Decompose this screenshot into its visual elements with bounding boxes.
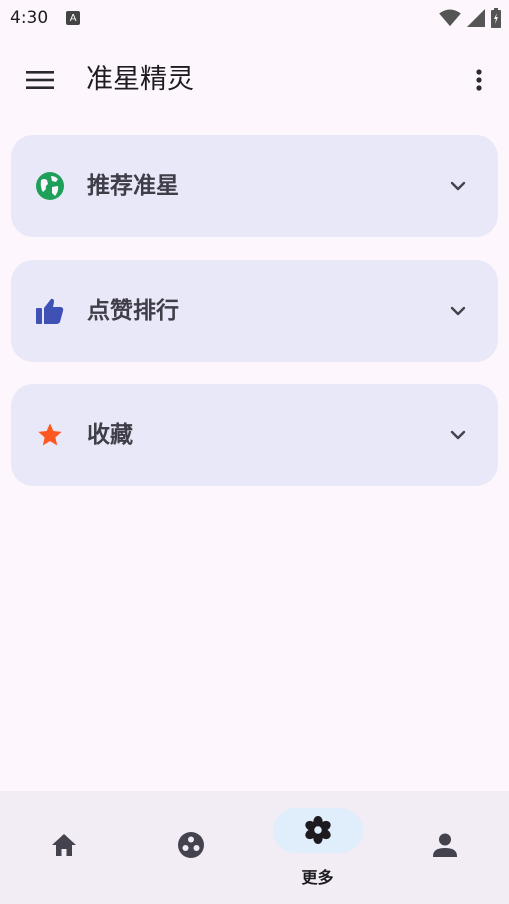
nav-item-games[interactable]	[127, 791, 254, 904]
app-title: 准星精灵	[86, 64, 194, 95]
card-label: 点赞排行	[87, 298, 179, 324]
hamburger-menu-icon	[26, 71, 54, 89]
battery-icon	[491, 8, 501, 28]
more-options-button[interactable]	[463, 62, 495, 98]
status-bar: 4:30 A	[0, 0, 509, 36]
chevron-down-icon	[450, 430, 466, 440]
card-like-ranking[interactable]: 点赞排行	[11, 260, 498, 362]
menu-button[interactable]	[20, 62, 60, 98]
chevron-down-icon	[450, 181, 466, 191]
nav-item-home[interactable]	[0, 791, 127, 904]
app-bar: 准星精灵	[0, 50, 509, 110]
status-time: 4:30	[10, 8, 49, 28]
cell-signal-icon	[467, 9, 485, 27]
thumbs-up-icon	[35, 296, 65, 326]
settings-flower-icon	[304, 816, 332, 844]
games-icon	[177, 831, 205, 859]
globe-icon	[35, 171, 65, 201]
chevron-down-icon	[450, 306, 466, 316]
person-icon	[431, 831, 459, 859]
card-favorites[interactable]: 收藏	[11, 384, 498, 486]
bottom-navigation: 更多	[0, 791, 509, 904]
home-icon	[50, 831, 78, 859]
wifi-icon	[439, 9, 461, 27]
card-label: 收藏	[87, 422, 133, 448]
card-label: 推荐准星	[87, 173, 179, 199]
notification-a-icon: A	[66, 11, 81, 25]
more-vertical-icon	[476, 69, 482, 91]
card-recommended-crosshair[interactable]: 推荐准星	[11, 135, 498, 237]
status-icons	[439, 8, 501, 28]
star-icon	[35, 420, 65, 450]
nav-label-more: 更多	[301, 868, 334, 887]
nav-item-more[interactable]: 更多	[254, 791, 381, 904]
nav-item-profile[interactable]	[381, 791, 508, 904]
